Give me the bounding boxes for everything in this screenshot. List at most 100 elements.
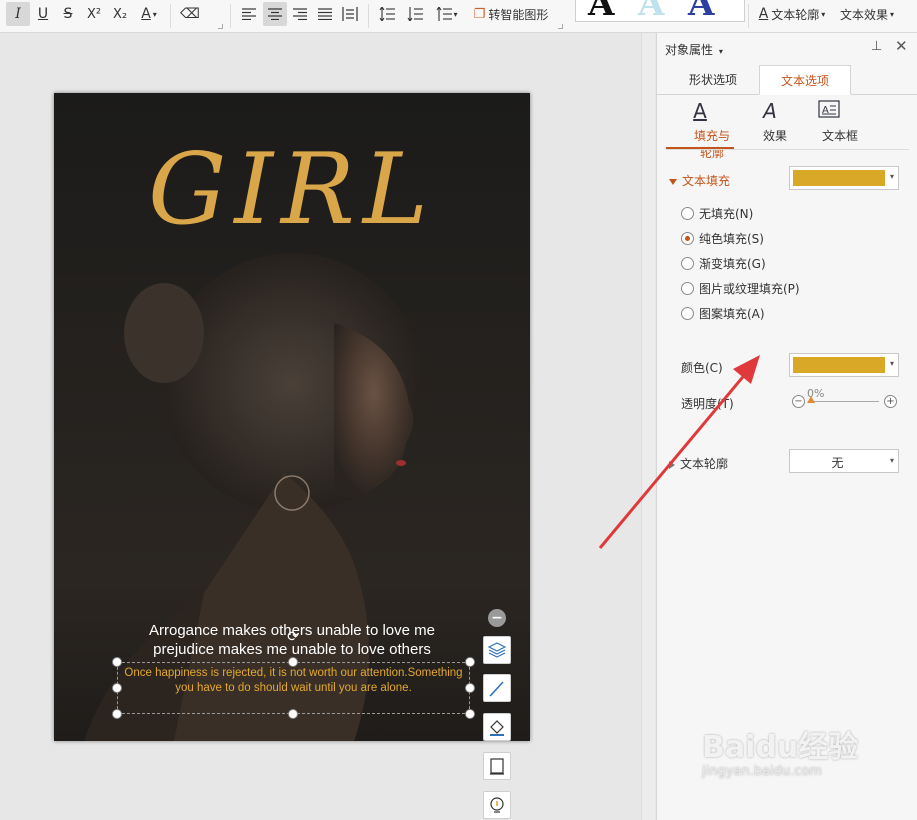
chevron-down-icon: ▾: [821, 9, 826, 19]
tab-text-options[interactable]: 文本选项: [759, 65, 851, 95]
eraser-icon[interactable]: ⌫: [178, 2, 202, 26]
decrease-transparency-icon[interactable]: −: [792, 395, 805, 408]
subtab-textbox[interactable]: A 文本框: [798, 99, 860, 143]
chevron-down-icon: ▾: [718, 47, 723, 56]
section-text-outline[interactable]: 文本轮廓: [669, 455, 728, 472]
radio-circle-selected: [681, 232, 694, 245]
distribute-icon[interactable]: [339, 2, 361, 26]
subtab-effects-label: 效果: [763, 129, 788, 143]
color-label: 颜色(C): [681, 361, 723, 375]
font-color-icon: A: [141, 6, 151, 22]
text-style-gallery[interactable]: A A A: [575, 0, 745, 22]
transparency-slider-thumb[interactable]: [807, 396, 815, 403]
subtab-textbox-label: 文本框: [822, 129, 859, 143]
ideas-tool[interactable]: [483, 791, 511, 819]
color-swatch: [793, 170, 885, 186]
strikethrough-button[interactable]: S: [57, 2, 79, 26]
pin-icon[interactable]: ⊥: [871, 39, 882, 54]
fill-bucket-icon: [490, 720, 504, 736]
smart-shape-button[interactable]: ❐ 转智能图形: [467, 2, 555, 26]
lightbulb-icon: [490, 797, 504, 813]
brush-icon: [489, 681, 504, 697]
section-text-fill-label: 文本填充: [682, 174, 731, 188]
layers-tool[interactable]: [483, 636, 511, 664]
font-color-button[interactable]: A ▾: [134, 2, 164, 26]
radio-gradient-fill[interactable]: 渐变填充(G): [681, 255, 766, 272]
text-style-blue[interactable]: A: [688, 0, 714, 21]
divider: [748, 4, 749, 28]
collapse-tools-icon[interactable]: −: [488, 609, 506, 627]
fill-tool[interactable]: [483, 713, 511, 741]
radio-solid-fill[interactable]: 纯色填充(S): [681, 230, 764, 247]
section-text-fill[interactable]: 文本填充: [669, 172, 730, 189]
text-outline-dropdown[interactable]: 无 ▾: [789, 449, 899, 473]
group-expand-icon[interactable]: [558, 24, 563, 29]
text-outline-button[interactable]: A 文本轮廓 ▾: [752, 2, 832, 26]
subscript-button[interactable]: X₂: [108, 2, 132, 26]
subtab-effects[interactable]: A 效果: [739, 99, 801, 143]
watermark-main: Baidu经验: [702, 730, 859, 765]
radio-circle: [681, 207, 694, 220]
resize-handle[interactable]: [112, 657, 122, 667]
align-center-icon: [268, 8, 282, 20]
text-style-black[interactable]: A: [588, 0, 614, 21]
align-center-icon[interactable]: [263, 2, 287, 26]
text-fill-color-dropdown[interactable]: ▾: [789, 166, 899, 190]
distribute-icon: [342, 7, 358, 21]
resize-handle[interactable]: [465, 683, 475, 693]
paragraph-spacing-icon: [407, 7, 423, 21]
vertical-scrollbar[interactable]: [641, 33, 655, 820]
frame-icon: [490, 758, 504, 775]
align-right-icon: [293, 8, 307, 20]
subtab-fill-outline-label: 填充与轮廓: [693, 129, 730, 160]
superscript-button[interactable]: X²: [82, 2, 106, 26]
tab-shape-options[interactable]: 形状选项: [667, 65, 759, 95]
resize-handle[interactable]: [465, 709, 475, 719]
paragraph-spacing-icon[interactable]: [404, 2, 426, 26]
justify-icon[interactable]: [314, 2, 336, 26]
subtab-fill-outline[interactable]: A 填充与轮廓: [669, 99, 731, 160]
brush-tool[interactable]: [483, 674, 511, 702]
panel-title-label: 对象属性: [665, 43, 714, 57]
italic-button[interactable]: I: [6, 2, 30, 26]
color-swatch: [793, 357, 885, 373]
expanded-triangle-icon: [669, 178, 677, 185]
align-left-icon[interactable]: [238, 2, 260, 26]
radio-pattern-fill[interactable]: 图案填充(A): [681, 305, 765, 322]
underline-button[interactable]: U: [32, 2, 54, 26]
frame-tool[interactable]: [483, 752, 511, 780]
smart-shape-label: 转智能图形: [488, 7, 549, 22]
resize-handle[interactable]: [288, 709, 298, 719]
color-dropdown[interactable]: ▾: [789, 353, 899, 377]
section-text-outline-label: 文本轮廓: [680, 457, 729, 471]
radio-no-fill[interactable]: 无填充(N): [681, 205, 753, 222]
text-style-light-blue[interactable]: A: [638, 0, 664, 21]
group-expand-icon[interactable]: [218, 24, 223, 29]
text-outline-value: 无: [831, 456, 844, 470]
resize-handle[interactable]: [112, 683, 122, 693]
transparency-slider[interactable]: [809, 401, 879, 402]
radio-picture-fill[interactable]: 图片或纹理填充(P): [681, 280, 800, 297]
line-spacing-icon[interactable]: [376, 2, 398, 26]
collapsed-triangle-icon: [669, 460, 675, 469]
divider: [666, 149, 909, 150]
quote-small-text[interactable]: Once happiness is rejected, it is not wo…: [117, 666, 470, 696]
panel-title[interactable]: 对象属性 ▾: [665, 41, 723, 58]
close-icon[interactable]: ✕: [895, 37, 908, 55]
align-right-icon[interactable]: [289, 2, 311, 26]
align-left-icon: [242, 8, 256, 20]
resize-handle[interactable]: [112, 709, 122, 719]
watermark-sub: jingyan.baidu.com: [702, 764, 822, 779]
resize-handle[interactable]: [288, 657, 298, 667]
resize-handle[interactable]: [465, 657, 475, 667]
poster-title[interactable]: GIRL: [54, 133, 530, 247]
textbox-icon: A: [818, 100, 840, 118]
layers-icon: [488, 642, 506, 658]
increase-transparency-icon[interactable]: +: [884, 395, 897, 408]
text-effect-button[interactable]: 文本效果 ▾: [836, 2, 898, 26]
panel-tabs: 形状选项 文本选项: [657, 65, 917, 95]
rotate-handle-icon[interactable]: ⟳: [286, 630, 300, 644]
spacing-options-button[interactable]: ▾: [432, 2, 462, 26]
radio-solid-fill-label: 纯色填充(S): [699, 232, 764, 246]
radio-picture-fill-label: 图片或纹理填充(P): [699, 282, 800, 296]
